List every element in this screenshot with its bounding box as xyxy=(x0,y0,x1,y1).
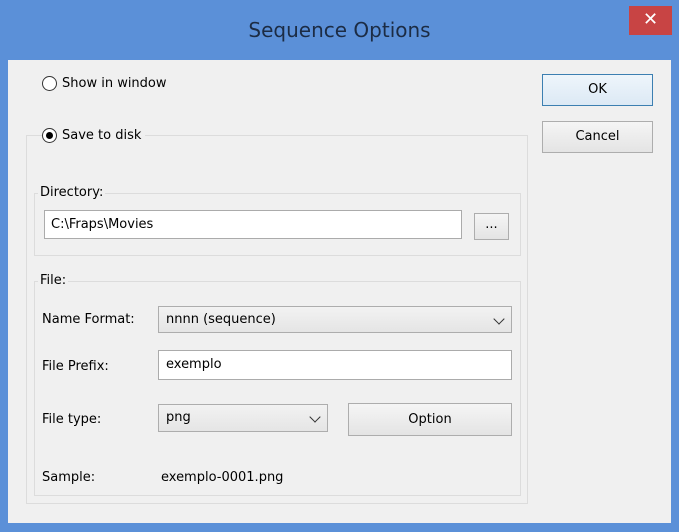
name-format-dropdown[interactable]: nnnn (sequence) xyxy=(158,306,512,333)
show-in-window-label: Show in window xyxy=(62,76,167,91)
chevron-down-icon xyxy=(493,313,505,325)
ok-button[interactable]: OK xyxy=(542,74,653,106)
directory-legend: Directory: xyxy=(38,185,106,200)
file-prefix-input[interactable]: exemplo xyxy=(158,350,512,380)
file-type-dropdown[interactable]: png xyxy=(158,404,328,432)
close-icon: ✕ xyxy=(642,9,659,30)
show-in-window-option[interactable]: Show in window xyxy=(42,76,171,91)
sample-value: exemplo-0001.png xyxy=(161,470,284,485)
file-type-label: File type: xyxy=(42,412,102,427)
directory-input[interactable]: C:\Fraps\Movies xyxy=(44,210,462,239)
show-in-window-radio[interactable] xyxy=(42,76,57,91)
title-bar[interactable]: Sequence Options ✕ xyxy=(0,0,679,60)
dialog-title: Sequence Options xyxy=(248,18,431,42)
file-type-value: png xyxy=(166,410,191,425)
option-button[interactable]: Option xyxy=(348,403,512,436)
chevron-down-icon xyxy=(309,411,321,423)
cancel-button[interactable]: Cancel xyxy=(542,121,653,153)
sequence-options-dialog: Sequence Options ✕ Show in window Save t… xyxy=(0,0,679,532)
dialog-body: Show in window Save to disk Directory: C… xyxy=(8,60,671,523)
name-format-label: Name Format: xyxy=(42,312,135,327)
close-button[interactable]: ✕ xyxy=(629,6,672,35)
name-format-value: nnnn (sequence) xyxy=(166,312,276,327)
save-to-disk-label: Save to disk xyxy=(62,128,142,143)
file-prefix-label: File Prefix: xyxy=(42,359,109,374)
save-to-disk-radio[interactable] xyxy=(42,128,57,143)
sample-label: Sample: xyxy=(42,470,96,485)
browse-directory-button[interactable]: ... xyxy=(474,213,509,240)
file-legend: File: xyxy=(38,273,69,288)
save-to-disk-option[interactable]: Save to disk xyxy=(42,128,146,143)
